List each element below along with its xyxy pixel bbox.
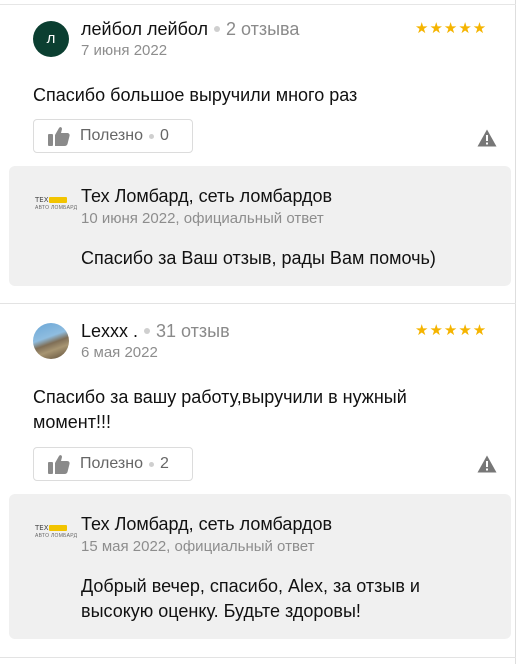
thumbs-up-icon [48,455,70,474]
reply-text: Спасибо за Ваш отзыв, рады Вам помочь) [81,248,436,268]
company-name[interactable]: Тех Ломбард, сеть ломбардов [81,186,332,207]
report-warning-icon[interactable] [477,455,497,473]
official-reply: ТЕХ АВТО ЛОМБАРД Тех Ломбард, сеть ломба… [9,166,511,286]
official-reply: ТЕХ АВТО ЛОМБАРД Тех Ломбард, сеть ломба… [9,494,511,639]
avatar[interactable] [33,323,69,359]
rating-stars: ★★★★★ [415,20,488,37]
reviews-panel: л лейбол лейбол 2 отзыва 7 июня 2022 ★★★★… [0,0,516,664]
separator-dot [214,25,220,32]
company-logo: ТЕХ АВТО ЛОМБАРД [35,524,77,540]
review-card: Lexxx . 31 отзыв 6 мая 2022 ★★★★★ Спасибо… [0,307,516,657]
review-count: 2 отзыва [226,19,300,39]
review-divider [0,657,516,658]
reply-meta: 10 июня 2022, официальный ответ [81,210,324,227]
review-divider [0,303,516,304]
review-text: Спасибо большое выручили много раз [33,85,358,105]
useful-button[interactable]: Полезно 0 [33,119,193,153]
logo-text: ТЕХ [35,524,49,532]
logo-subtext: АВТО ЛОМБАРД [35,205,78,211]
review-count: 31 отзыв [156,321,230,341]
review-header: лейбол лейбол 2 отзыва [81,19,299,40]
logo-text: ТЕХ [35,196,49,204]
useful-label: Полезно [80,127,143,144]
report-warning-icon[interactable] [477,129,497,147]
useful-count: 2 [160,455,169,472]
logo-subtext: АВТО ЛОМБАРД [35,533,78,539]
reviewer-name[interactable]: лейбол лейбол [81,19,208,39]
rating-stars: ★★★★★ [415,322,488,339]
separator-dot [144,327,151,334]
thumbs-up-icon [48,127,70,146]
review-text: Спасибо за вашу работу,выручили в нужный… [33,387,407,432]
review-card: л лейбол лейбол 2 отзыва 7 июня 2022 ★★★★… [0,5,516,301]
avatar[interactable]: л [33,21,69,57]
useful-button[interactable]: Полезно 2 [33,447,193,481]
useful-label: Полезно [80,455,143,472]
separator-dot [149,461,154,467]
logo-yellow-bar [49,197,67,203]
reply-meta: 15 мая 2022, официальный ответ [81,538,315,555]
company-logo: ТЕХ АВТО ЛОМБАРД [35,196,77,212]
review-date: 7 июня 2022 [81,42,168,59]
review-date: 6 мая 2022 [81,344,158,361]
reply-text: Добрый вечер, спасибо, Alex, за отзыв и … [81,576,420,621]
logo-yellow-bar [49,525,67,531]
company-name[interactable]: Тех Ломбард, сеть ломбардов [81,514,332,535]
review-header: Lexxx . 31 отзыв [81,321,230,342]
reviewer-name[interactable]: Lexxx . [81,321,138,341]
useful-count: 0 [160,127,169,144]
separator-dot [149,133,154,139]
